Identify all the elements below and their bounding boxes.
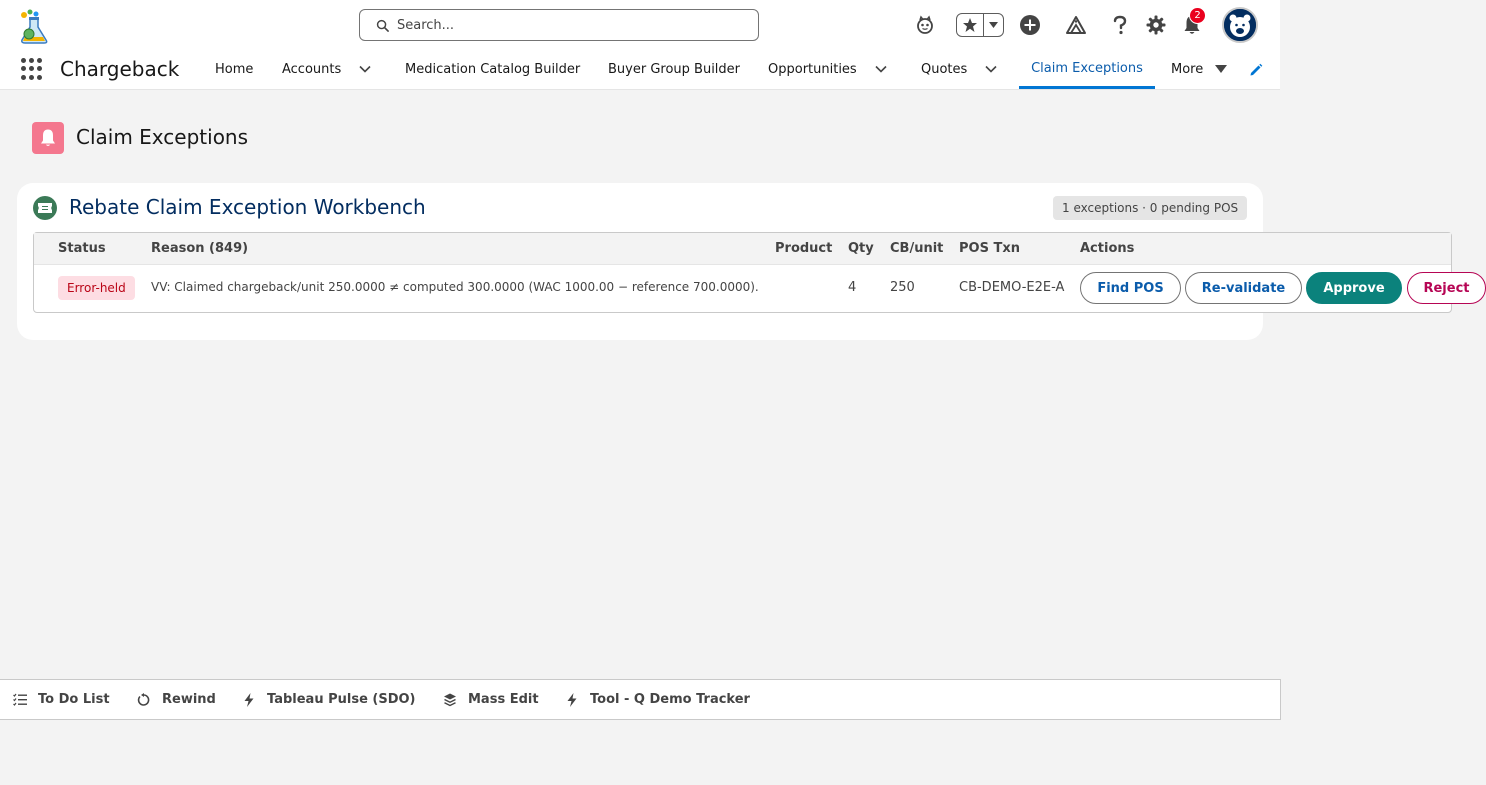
pos-txn-cell: CB-DEMO-E2E-A — [959, 280, 1065, 295]
utility-item-label: Tool - Q Demo Tracker — [590, 692, 750, 707]
utility-bar: To Do List Rewind Tableau Pulse (SDO) Ma… — [0, 679, 1281, 720]
column-header-cb-unit: CB/unit — [890, 241, 944, 256]
utility-item-mass-edit[interactable]: Mass Edit — [443, 692, 539, 707]
global-search[interactable] — [359, 9, 759, 41]
cb-unit-cell: 250 — [890, 280, 915, 295]
search-icon — [376, 19, 389, 32]
approve-button[interactable]: Approve — [1306, 272, 1402, 304]
lightning-icon — [567, 692, 577, 707]
notification-count-badge: 2 — [1189, 7, 1206, 24]
utility-item-rewind[interactable]: Rewind — [137, 692, 216, 707]
workbench-title: Rebate Claim Exception Workbench — [69, 195, 426, 219]
column-header-qty: Qty — [848, 241, 874, 256]
column-header-status: Status — [58, 241, 106, 256]
nav-item-quotes[interactable]: Quotes — [921, 50, 967, 89]
favorites-dropdown-icon[interactable] — [984, 14, 1003, 36]
column-header-reason: Reason (849) — [151, 241, 249, 256]
workbench-ticket-icon — [33, 196, 57, 220]
reason-cell: VV: Claimed chargeback/unit 250.0000 ≠ c… — [151, 280, 759, 294]
nav-item-buyer-group-builder[interactable]: Buyer Group Builder — [608, 50, 740, 89]
edit-nav-pencil-icon[interactable] — [1249, 63, 1263, 77]
utility-item-to-do-list[interactable]: To Do List — [13, 692, 110, 707]
nav-item-home[interactable]: Home — [215, 50, 253, 89]
utility-item-q-demo-tracker[interactable]: Tool - Q Demo Tracker — [565, 692, 750, 707]
status-badge: Error-held — [58, 276, 135, 300]
exceptions-summary-badge: 1 exceptions · 0 pending POS — [1053, 196, 1248, 220]
utility-item-tableau-pulse[interactable]: Tableau Pulse (SDO) — [242, 692, 416, 707]
more-caret-down-icon[interactable] — [1215, 64, 1227, 74]
column-header-pos-txn: POS Txn — [959, 241, 1020, 256]
utility-item-label: Tableau Pulse (SDO) — [267, 692, 416, 707]
favorites-star-icon[interactable] — [957, 14, 985, 36]
quotes-chevron-down-icon[interactable] — [984, 62, 998, 76]
nav-item-opportunities[interactable]: Opportunities — [768, 50, 857, 89]
nav-item-medication-catalog-builder[interactable]: Medication Catalog Builder — [405, 50, 580, 89]
page-title: Claim Exceptions — [76, 125, 249, 149]
checklist-icon — [13, 693, 27, 706]
global-actions-plus-icon[interactable] — [1016, 11, 1044, 39]
trailhead-guidance-icon[interactable] — [1062, 11, 1090, 39]
app-name: Chargeback — [60, 57, 180, 81]
lightning-icon — [244, 692, 254, 707]
einstein-assistant-icon[interactable] — [911, 11, 939, 39]
app-logo-icon[interactable] — [16, 7, 56, 45]
help-icon[interactable] — [1106, 11, 1134, 39]
utility-item-label: To Do List — [38, 692, 110, 707]
rewind-icon — [137, 692, 150, 706]
user-avatar[interactable] — [1222, 7, 1258, 43]
utility-item-label: Rewind — [162, 692, 216, 707]
column-header-actions: Actions — [1080, 241, 1135, 256]
global-header: 2 Chargeback Home Accounts Medication Ca… — [0, 0, 1280, 90]
column-header-product: Product — [775, 241, 833, 256]
table-header: Status Reason (849) Product Qty CB/unit … — [34, 233, 1451, 265]
opportunities-chevron-down-icon[interactable] — [874, 62, 888, 76]
revalidate-button[interactable]: Re-validate — [1185, 272, 1302, 304]
favorites-button-group — [956, 13, 1004, 37]
setup-gear-icon[interactable] — [1142, 11, 1170, 39]
app-launcher-waffle-icon[interactable] — [21, 58, 43, 80]
find-pos-button[interactable]: Find POS — [1080, 272, 1181, 304]
layers-icon — [444, 693, 456, 706]
search-input[interactable] — [397, 17, 737, 33]
accounts-chevron-down-icon[interactable] — [358, 62, 372, 76]
nav-item-accounts[interactable]: Accounts — [282, 50, 341, 89]
utility-item-label: Mass Edit — [468, 692, 539, 707]
qty-cell: 4 — [848, 280, 857, 295]
reject-button[interactable]: Reject — [1407, 272, 1486, 304]
nav-item-claim-exceptions[interactable]: Claim Exceptions — [1019, 50, 1155, 89]
claim-exceptions-bell-icon — [32, 122, 64, 154]
nav-item-more[interactable]: More — [1171, 50, 1203, 89]
